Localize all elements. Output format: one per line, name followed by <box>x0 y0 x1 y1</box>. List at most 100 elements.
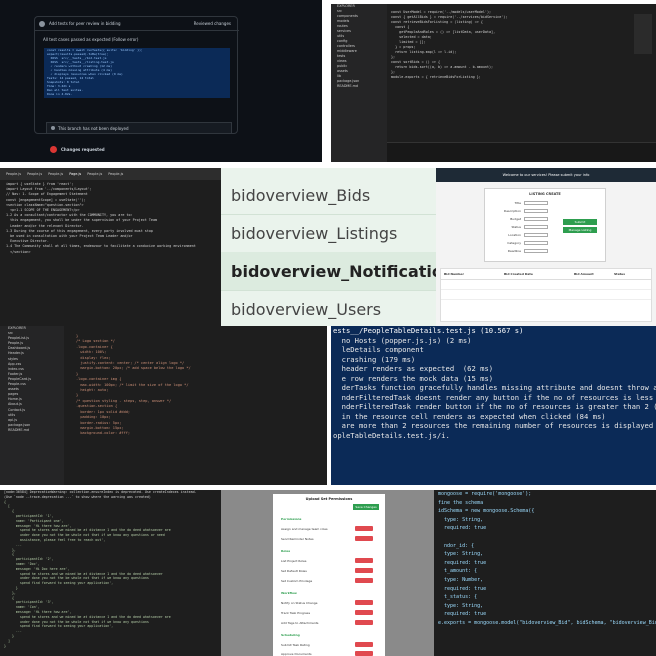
delete-button[interactable] <box>355 651 373 656</box>
changes-requested-icon <box>50 145 57 153</box>
permission-row[interactable]: Set Custom Privilege <box>281 576 377 585</box>
permission-row[interactable]: Add Tags to Attachments <box>281 618 377 627</box>
delete-button[interactable] <box>355 568 373 573</box>
table-header: Bid Amount <box>574 272 594 276</box>
code-editor[interactable]: import { useState } from 'react'; import… <box>0 182 221 255</box>
field-input[interactable] <box>524 225 548 229</box>
permissions-modal: Upload Set Permissions Save Changes Perm… <box>273 494 385 656</box>
delete-button[interactable] <box>355 526 373 531</box>
table-header: Status <box>614 272 625 276</box>
file-explorer[interactable]: EXPLORER src components models routes se… <box>331 4 387 162</box>
terminal-line: leDetails component <box>333 345 424 354</box>
terminal-line: header renders as expected (62 ms) <box>333 364 494 373</box>
tab[interactable]: People.js <box>6 172 21 176</box>
collection-item[interactable]: bidoverview_Bids <box>221 176 436 214</box>
deploy-banner: This branch has not been deployed <box>46 122 232 134</box>
delete-button[interactable] <box>355 642 373 647</box>
permission-row[interactable]: Submit Task Rating <box>281 640 377 649</box>
terminal-line: nderFilteredTask doesnt render any butto… <box>333 392 656 402</box>
permission-row[interactable]: Assign and manage team roles <box>281 524 377 533</box>
terminal-line: in the resource cell renders as expected… <box>333 411 606 421</box>
delete-button[interactable] <box>355 600 373 605</box>
save-changes-button[interactable]: Save Changes <box>353 504 379 510</box>
editor-tile-2: People.js People.js People.js Page.js Pe… <box>0 168 221 326</box>
permission-label: Notify on Status Change <box>281 600 318 605</box>
permission-row[interactable]: Approve Documents <box>281 649 377 656</box>
delete-button[interactable] <box>355 558 373 563</box>
permission-row[interactable]: Set Default Roles <box>281 566 377 575</box>
code-line: type: String, <box>438 516 484 523</box>
collection-item[interactable]: bidoverview_Users <box>221 290 436 326</box>
field-label: Budget <box>510 217 521 221</box>
terminal-line: are more than 2 resources the remaining … <box>333 421 656 430</box>
field-label: Title <box>514 201 521 205</box>
form-panel: LISTING CREATE Title Description Budget … <box>484 188 606 262</box>
table-row[interactable] <box>441 280 651 290</box>
collection-item[interactable]: bidoverview_Listings <box>221 214 436 252</box>
collection-item-selected[interactable]: bidoverview_Notifications <box>221 252 436 290</box>
code-line: </section> <box>6 249 31 254</box>
code-line: idSchema = new mongoose.Schema({ <box>438 508 535 515</box>
code-editor[interactable]: const UserModel = require('../models/use… <box>391 10 631 140</box>
tab[interactable]: People.js <box>27 172 42 176</box>
minimap[interactable] <box>634 14 652 54</box>
code-editor[interactable]: } /* Logo section */ .logo-container { w… <box>76 334 306 437</box>
table-row[interactable] <box>441 300 651 310</box>
comment-header: Add tests for peer review in bidding <box>49 21 121 26</box>
field-label: Status <box>511 225 521 229</box>
code-line: t_status: { <box>438 594 478 601</box>
explorer-item[interactable]: README.md <box>331 84 387 89</box>
tab-active[interactable]: Page.js <box>69 172 81 176</box>
listing-form-tile: Welcome to our services! Please submit y… <box>436 168 656 326</box>
github-review-tile: Add tests for peer review in bidding Rev… <box>0 0 322 162</box>
field-input[interactable] <box>524 209 548 213</box>
permission-row[interactable]: Track Task Progress <box>281 608 377 617</box>
top-banner: Welcome to our services! Please submit y… <box>436 168 656 182</box>
field-input[interactable] <box>524 249 548 253</box>
tab[interactable]: People.js <box>48 172 63 176</box>
table-row[interactable] <box>441 290 651 300</box>
permissions-modal-tile: Upload Set Permissions Save Changes Perm… <box>221 490 434 656</box>
explorer-item[interactable]: README.md <box>0 428 64 433</box>
code-block: const results = await runTests({ suite: … <box>44 48 230 98</box>
tab[interactable]: People.js <box>87 172 102 176</box>
permission-row[interactable]: Notify on Status Change <box>281 598 377 607</box>
section-label: Scheduling <box>281 632 300 637</box>
field-input[interactable] <box>524 233 548 237</box>
terminal-line: nderFilteredTask render button if the no… <box>333 402 656 411</box>
permission-row[interactable]: List Project Roles <box>281 556 377 565</box>
submit-button[interactable]: Submit <box>563 219 597 225</box>
permission-row[interactable]: Send Reminder Notes <box>281 534 377 543</box>
table-header: Bid Created Date <box>504 272 533 276</box>
tab[interactable]: People.js <box>108 172 123 176</box>
terminal-line: e row renders the mock data (15 ms) <box>333 373 494 383</box>
collection-list-tile: bidoverview_Bids bidoverview_Listings bi… <box>221 168 436 326</box>
permission-label: Approve Documents <box>281 651 312 656</box>
field-input[interactable] <box>524 217 548 221</box>
delete-button[interactable] <box>355 536 373 541</box>
permission-label: Assign and manage team roles <box>281 526 328 531</box>
conversation-title: This branch has not been deployed <box>58 125 129 131</box>
avatar <box>39 20 45 27</box>
delete-button[interactable] <box>355 610 373 615</box>
delete-button[interactable] <box>355 620 373 625</box>
section-label: Permissions <box>281 516 302 521</box>
field-input[interactable] <box>524 201 548 205</box>
body-title: All test cases passed as expected (Follo… <box>43 37 139 42</box>
vscode-css-tile: EXPLORER src PeopleList.js People.js Das… <box>0 326 327 485</box>
field-input[interactable] <box>524 241 548 245</box>
code-line: mongoose = require('mongoose'); <box>438 491 532 497</box>
permission-label: Send Reminder Notes <box>281 536 314 541</box>
manage-listing-button[interactable]: Manage Listing <box>563 227 597 233</box>
file-explorer[interactable]: EXPLORER src PeopleList.js People.js Das… <box>0 326 64 485</box>
field-label: Category <box>507 241 521 245</box>
delete-button[interactable] <box>355 578 373 583</box>
code-line: type: Number, <box>438 576 484 583</box>
code-line: type: String, <box>438 551 484 558</box>
field-label: Location <box>508 233 521 237</box>
modal-title: Upload Set Permissions <box>305 497 353 501</box>
field-label: Description <box>503 209 521 213</box>
terminal-panel[interactable] <box>387 142 656 162</box>
code-line: ndor_id: { <box>438 542 475 549</box>
permission-label: List Project Roles <box>281 558 307 563</box>
